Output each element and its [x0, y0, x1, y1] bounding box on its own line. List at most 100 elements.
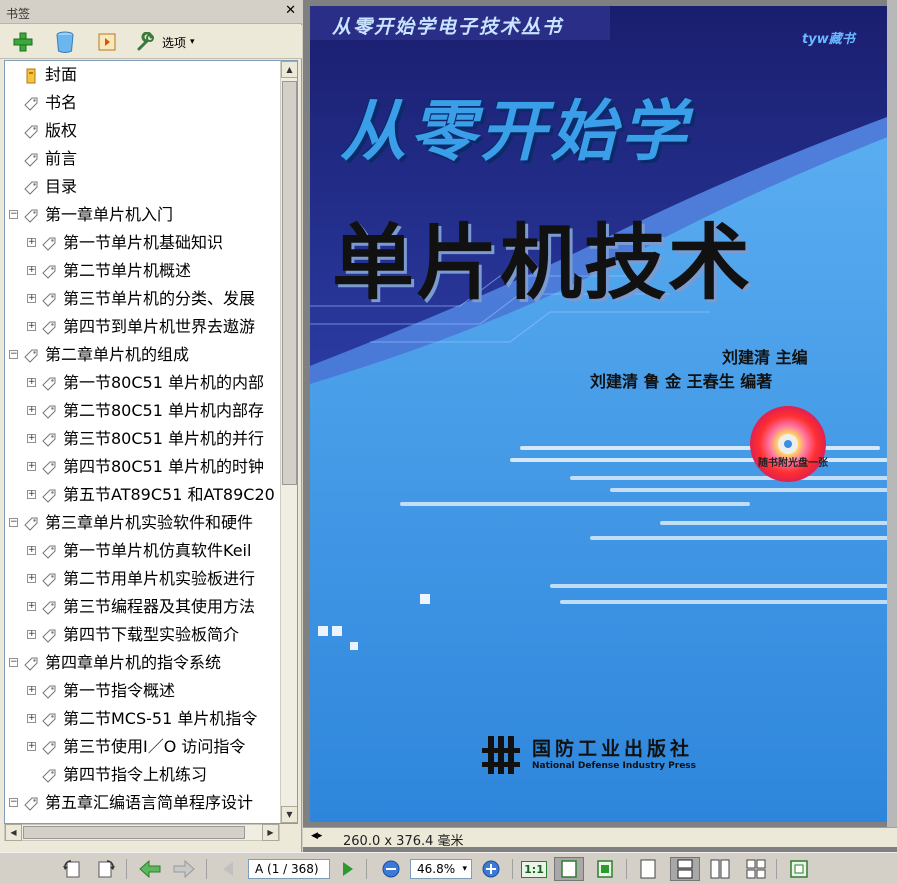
bookmark-item[interactable]: + 第二节80C51 单片机内部存 [5, 399, 280, 423]
bookmark-item[interactable]: + 第二节单片机概述 [5, 259, 280, 283]
go-forward-button[interactable] [170, 857, 198, 881]
expand-icon[interactable]: + [27, 378, 36, 387]
cover-cd-label: 随书附光盘一张 [758, 458, 828, 469]
bookmark-item[interactable]: 版权 [5, 119, 280, 143]
expand-icon[interactable]: + [27, 714, 36, 723]
document-vertical-scrollbar[interactable] [887, 0, 897, 827]
previous-page-button[interactable] [218, 857, 238, 881]
rotate-clockwise-button[interactable] [94, 857, 118, 881]
expand-icon[interactable]: + [27, 294, 36, 303]
fit-page-button[interactable] [554, 857, 584, 881]
scroll-right-arrow-icon[interactable]: ▶ [262, 824, 279, 841]
bookmark-item[interactable]: 第四节指令上机练习 [5, 763, 280, 787]
expand-icon[interactable]: + [27, 462, 36, 471]
bookmark-item[interactable]: − 第三章单片机实验软件和硬件 [5, 511, 280, 535]
bookmark-icon [23, 95, 39, 111]
expand-icon[interactable]: + [27, 742, 36, 751]
cover-series-title: 从零开始学电子技术丛书 [332, 16, 564, 38]
bookmark-item[interactable]: + 第五节AT89C51 和AT89C20 [5, 483, 280, 507]
bookmark-item[interactable]: + 第四节下载型实验板简介 [5, 623, 280, 647]
bookmark-icon [23, 151, 39, 167]
new-bookmark-button[interactable] [10, 30, 36, 54]
triangle-left-icon [223, 862, 233, 876]
bookmark-item[interactable]: + 第三节编程器及其使用方法 [5, 595, 280, 619]
bookmarks-vertical-scrollbar[interactable]: ▲ ▼ [280, 61, 297, 823]
collapse-icon[interactable]: − [9, 350, 18, 359]
collapse-icon[interactable]: − [9, 210, 18, 219]
collapse-icon[interactable]: − [9, 658, 18, 667]
expand-icon[interactable]: + [27, 434, 36, 443]
expand-icon[interactable]: + [27, 406, 36, 415]
collapse-icon[interactable]: − [9, 518, 18, 527]
expand-icon[interactable]: + [27, 602, 36, 611]
bookmark-item[interactable]: + 第三节单片机的分类、发展 [5, 287, 280, 311]
expand-current-button[interactable] [94, 30, 120, 54]
bookmark-item[interactable]: + 第一节指令概述 [5, 679, 280, 703]
bookmark-item[interactable]: − 第五章汇编语言简单程序设计 [5, 791, 280, 815]
expand-icon[interactable]: + [27, 546, 36, 555]
actual-size-button[interactable]: 1:1 [521, 857, 547, 881]
fit-width-button[interactable] [592, 857, 618, 881]
bookmark-item[interactable]: − 第四章单片机的指令系统 [5, 651, 280, 675]
scroll-left-arrow-icon[interactable]: ◀ [5, 824, 22, 841]
zoom-level-input[interactable]: 46.8% ▾ [410, 859, 472, 879]
bookmarks-scroll-thumb[interactable] [282, 81, 297, 485]
bookmark-item[interactable]: − 第二章单片机的组成 [5, 343, 280, 367]
go-back-button[interactable] [136, 857, 164, 881]
scroll-up-arrow-icon[interactable]: ▲ [281, 61, 297, 78]
zoom-in-icon [482, 860, 500, 878]
expand-icon[interactable]: + [27, 490, 36, 499]
expand-icon[interactable]: + [27, 266, 36, 275]
bookmark-label: 第三节单片机的分类、发展 [63, 289, 256, 308]
bookmarks-toolbar: 选项 ▾ [0, 25, 302, 59]
single-page-button[interactable] [636, 857, 660, 881]
collapse-icon[interactable]: − [9, 798, 18, 807]
scroll-down-arrow-icon[interactable]: ▼ [281, 806, 297, 823]
zoom-in-button[interactable] [480, 857, 502, 881]
bookmark-label: 书名 [45, 93, 78, 112]
full-screen-button[interactable] [786, 857, 812, 881]
options-menu[interactable]: 选项 ▾ [136, 30, 208, 54]
expand-icon[interactable]: + [27, 686, 36, 695]
scroll-left-arrow-icon[interactable]: ◀▸ [311, 831, 322, 841]
bookmark-item[interactable]: − 第一章单片机入门 [5, 203, 280, 227]
bookmark-icon [23, 515, 39, 531]
close-icon[interactable]: ✕ [285, 4, 296, 18]
continuous-facing-button[interactable] [744, 857, 768, 881]
bookmark-item[interactable]: 书名 [5, 91, 280, 115]
bookmark-icon [23, 347, 39, 363]
bookmark-icon [23, 655, 39, 671]
facing-pages-button[interactable] [708, 857, 732, 881]
delete-bookmark-button[interactable] [52, 30, 78, 54]
next-page-button[interactable] [338, 857, 358, 881]
bookmark-label: 第一章单片机入门 [45, 205, 174, 224]
expand-icon[interactable]: + [27, 574, 36, 583]
rotate-counterclockwise-button[interactable] [60, 857, 84, 881]
bookmark-item[interactable]: + 第一节单片机基础知识 [5, 231, 280, 255]
wrench-icon [137, 32, 154, 51]
bookmark-item[interactable]: + 第一节80C51 单片机的内部 [5, 371, 280, 395]
bookmarks-horizontal-scrollbar[interactable]: ◀ ▶ [4, 824, 280, 841]
expand-icon[interactable]: + [27, 322, 36, 331]
bookmark-item[interactable]: + 第四节到单片机世界去遨游 [5, 315, 280, 339]
bookmark-item[interactable]: 封面 [5, 63, 280, 87]
bookmark-item[interactable]: + 第二节MCS-51 单片机指令 [5, 707, 280, 731]
bookmark-item[interactable]: + 第三节80C51 单片机的并行 [5, 427, 280, 451]
bookmark-item[interactable]: + 第三节使用I／O 访问指令 [5, 735, 280, 759]
bookmark-item[interactable]: 前言 [5, 147, 280, 171]
chevron-down-icon[interactable]: ▾ [462, 860, 467, 878]
bookmark-item[interactable]: + 第一节单片机仿真软件Keil [5, 539, 280, 563]
zoom-out-button[interactable] [380, 857, 402, 881]
navigation-toolbar: A (1 / 368) 46.8% ▾ 1:1 [0, 852, 897, 884]
bookmark-item[interactable]: + 第四节80C51 单片机的时钟 [5, 455, 280, 479]
bookmark-icon [41, 235, 57, 251]
bookmark-item[interactable]: 目录 [5, 175, 280, 199]
page-number-input[interactable]: A (1 / 368) [248, 859, 330, 879]
bookmark-label: 第二节80C51 单片机内部存 [63, 401, 264, 420]
bookmarks-hscroll-thumb[interactable] [23, 826, 245, 839]
expand-icon[interactable]: + [27, 630, 36, 639]
document-page[interactable]: 从零开始学电子技术丛书 tyw藏书 从零开始学 单片机技术 刘建清 主编 刘建清… [310, 6, 890, 822]
bookmark-item[interactable]: + 第二节用单片机实验板进行 [5, 567, 280, 591]
expand-icon[interactable]: + [27, 238, 36, 247]
continuous-button[interactable] [670, 857, 700, 881]
